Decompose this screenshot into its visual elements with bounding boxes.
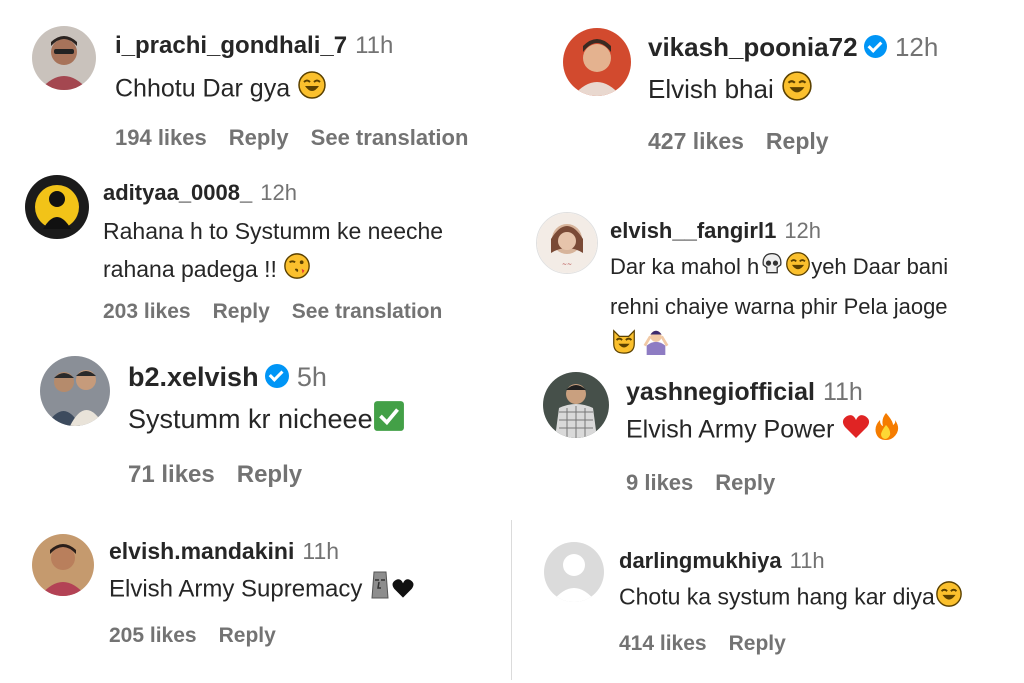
reply-button[interactable]: Reply — [219, 624, 276, 647]
tears-of-joy-emoji-icon — [785, 251, 811, 288]
fire-emoji-icon — [871, 411, 901, 452]
comment-text: Dar ka mahol h yeh Daar bani rehni chaiye… — [610, 248, 948, 366]
comment-actions: 194 likes Reply See translation — [115, 125, 490, 151]
comment-text: Elvish Army Power — [626, 411, 901, 452]
username[interactable]: darlingmukhiya — [619, 548, 782, 573]
comment-actions: 9 likes Reply — [626, 470, 797, 496]
see-translation-link[interactable]: See translation — [292, 300, 443, 323]
comment-header: yashnegiofficial 11h — [626, 378, 863, 407]
verified-badge-icon — [264, 363, 289, 389]
avatar[interactable] — [563, 28, 631, 96]
comment-header: adityaa_0008_ 12h — [103, 180, 297, 206]
comment-header: b2.xelvish 5h — [128, 362, 327, 393]
comment-actions: 71 likes Reply — [128, 461, 324, 489]
likes-count[interactable]: 9 likes — [626, 470, 693, 495]
username[interactable]: elvish__fangirl1 — [610, 218, 776, 243]
comment-text: Chotu ka systum hang kar diya — [619, 580, 963, 617]
comment-text-line: Rahana h to Systumm ke neeche — [103, 218, 444, 244]
comment-header: elvish.mandakini 11h — [109, 538, 339, 565]
black-heart-emoji-icon — [391, 576, 415, 610]
timestamp: 12h — [260, 180, 297, 205]
comment-text-line: yeh Daar bani — [811, 254, 949, 279]
likes-count[interactable]: 71 likes — [128, 461, 215, 488]
avatar[interactable] — [32, 26, 96, 90]
username[interactable]: adityaa_0008_ — [103, 180, 252, 205]
reply-button[interactable]: Reply — [715, 470, 775, 495]
comment-text-line: Dar ka mahol h — [610, 254, 760, 279]
likes-count[interactable]: 414 likes — [619, 632, 707, 655]
check-mark-button-emoji-icon — [373, 400, 405, 442]
avatar[interactable] — [40, 356, 110, 426]
comment-text-line: rahana padega !! — [103, 256, 277, 282]
comment-text-content: Elvish bhai — [648, 74, 774, 105]
likes-count[interactable]: 194 likes — [115, 125, 207, 150]
comment-header: darlingmukhiya 11h — [619, 548, 825, 574]
likes-count[interactable]: 427 likes — [648, 128, 744, 154]
comment-text: Rahana h to Systumm ke neeche rahana pad… — [103, 212, 443, 291]
comment-text-content: Elvish Army Supremacy — [109, 575, 363, 603]
username[interactable]: yashnegiofficial — [626, 378, 815, 406]
comment-text-content: Chhotu Dar gya — [115, 74, 291, 103]
column-divider — [511, 520, 512, 680]
avatar[interactable]: ~~ — [536, 212, 598, 274]
comment-header: elvish__fangirl1 12h — [610, 218, 821, 244]
reply-button[interactable]: Reply — [766, 128, 829, 154]
verified-badge-icon — [863, 34, 887, 59]
timestamp: 12h — [784, 218, 822, 243]
comment-text-line: rehni chaiye warna phir Pela jaoge — [610, 294, 948, 320]
username[interactable]: elvish.mandakini — [109, 538, 294, 564]
reply-button[interactable]: Reply — [729, 632, 786, 655]
reply-button[interactable]: Reply — [213, 300, 270, 323]
see-translation-link[interactable]: See translation — [311, 125, 469, 150]
reply-button[interactable]: Reply — [229, 125, 289, 150]
kissing-wink-emoji-icon — [283, 252, 311, 291]
svg-text:~~: ~~ — [562, 261, 572, 268]
tears-of-joy-emoji-icon — [297, 70, 327, 111]
tears-of-joy-emoji-icon — [781, 70, 813, 112]
tears-of-joy-emoji-icon — [935, 580, 963, 617]
crying-cat-emoji-icon — [610, 327, 638, 366]
comment-text: Elvish Army Supremacy — [109, 570, 415, 610]
avatar[interactable] — [25, 175, 89, 239]
timestamp: 11h — [302, 538, 340, 564]
comment-text-content: Chotu ka systum hang kar diya — [619, 583, 935, 610]
avatar[interactable] — [32, 534, 94, 596]
avatar[interactable] — [544, 542, 604, 602]
comment-text: Elvish bhai — [648, 70, 813, 112]
username[interactable]: b2.xelvish — [128, 362, 259, 392]
timestamp: 11h — [822, 378, 863, 406]
comment-actions: 414 likes Reply — [619, 632, 808, 656]
comment-text: Systumm kr nicheee — [128, 400, 405, 442]
avatar[interactable] — [543, 372, 609, 438]
comment-actions: 427 likes Reply — [648, 128, 851, 155]
moai-emoji-icon — [369, 570, 391, 610]
red-heart-emoji-icon — [841, 411, 871, 452]
comment-text-content: Systumm kr nicheee — [128, 404, 373, 434]
reply-button[interactable]: Reply — [237, 461, 302, 488]
comment-header: i_prachi_gondhali_7 11h — [115, 32, 393, 60]
timestamp: 11h — [789, 548, 825, 573]
comment-header: vikash_poonia72 12h — [648, 32, 938, 63]
comment-text-content: Elvish Army Power — [626, 415, 835, 444]
username[interactable]: vikash_poonia72 — [648, 32, 858, 62]
username[interactable]: i_prachi_gondhali_7 — [115, 32, 347, 59]
likes-count[interactable]: 205 likes — [109, 624, 197, 647]
comment-actions: 203 likes Reply See translation — [103, 300, 464, 324]
skull-emoji-icon — [759, 251, 785, 288]
comment-actions: 205 likes Reply — [109, 624, 298, 648]
likes-count[interactable]: 203 likes — [103, 300, 191, 323]
timestamp: 5h — [296, 362, 327, 392]
timestamp: 11h — [355, 32, 394, 59]
comment-text: Chhotu Dar gya — [115, 70, 327, 111]
person-gesturing-emoji-icon — [642, 327, 670, 366]
timestamp: 12h — [894, 32, 939, 62]
